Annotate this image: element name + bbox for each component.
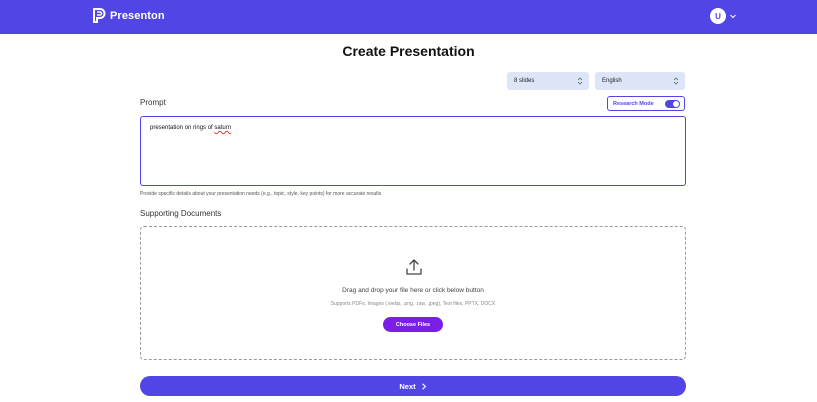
file-dropzone[interactable]: Drag and drop your file here or click be… <box>140 226 686 360</box>
choose-files-button[interactable]: Choose Files <box>383 317 443 332</box>
presenton-logo-icon <box>93 8 106 23</box>
language-value: English <box>602 78 622 84</box>
prompt-input[interactable]: presentation on rings of saturn <box>140 116 686 186</box>
prompt-label: Prompt <box>140 98 166 107</box>
chevron-up-down-icon <box>577 77 583 85</box>
page-title: Create Presentation <box>342 43 475 59</box>
supporting-documents-label: Supporting Documents <box>140 209 222 218</box>
chevron-up-down-icon <box>673 77 679 85</box>
avatar[interactable]: U <box>710 8 726 24</box>
research-mode-label: Research Mode <box>613 100 654 107</box>
brand[interactable]: Presenton <box>92 8 165 23</box>
chevron-down-icon <box>730 14 736 19</box>
dropzone-instructions: Drag and drop your file here or click be… <box>342 287 484 294</box>
top-navbar: Presenton U <box>0 0 817 34</box>
next-button-label: Next <box>399 381 416 391</box>
language-select[interactable]: English <box>595 72 685 90</box>
research-mode-toggle[interactable]: Research Mode <box>607 96 685 111</box>
prompt-hint: Provide specific details about your pres… <box>140 191 382 197</box>
brand-name: Presenton <box>110 9 165 22</box>
next-button[interactable]: Next <box>140 376 686 396</box>
prompt-misspelled-word: saturn <box>214 125 232 131</box>
prompt-text: presentation on rings of <box>150 125 215 131</box>
slides-count-value: 8 slides <box>514 78 535 84</box>
upload-icon <box>406 259 422 275</box>
switch-knob <box>673 101 679 107</box>
research-mode-switch[interactable] <box>665 100 680 108</box>
user-menu[interactable]: U <box>710 8 737 24</box>
chevron-right-icon <box>421 382 426 390</box>
slides-count-select[interactable]: 8 slides <box>507 72 589 90</box>
supported-formats-text: Supports PDFs, Images (.webp, .png, .raw… <box>330 301 496 307</box>
